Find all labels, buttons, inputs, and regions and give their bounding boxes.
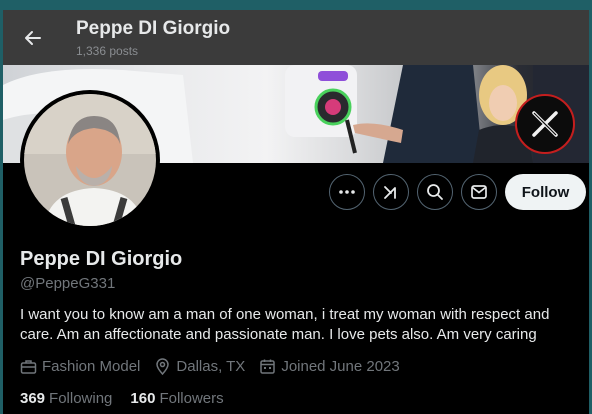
avatar[interactable] <box>20 90 160 230</box>
x-logo-icon <box>515 94 575 154</box>
profile-meta-row: Fashion Model Dallas, TX Joined June 202… <box>20 358 414 375</box>
header-post-count: 1,336 posts <box>76 44 139 58</box>
back-arrow-icon <box>25 31 41 45</box>
more-icon <box>339 190 355 194</box>
follow-stats-row: 369 Following 160 Followers <box>20 390 242 407</box>
location-pin-icon <box>156 358 170 375</box>
back-button[interactable] <box>17 22 49 54</box>
following-count: 369 <box>20 390 46 407</box>
followers-link[interactable]: 160 Followers <box>130 390 223 407</box>
joined-text: Joined June 2023 <box>281 358 400 375</box>
profile-bio: I want you to know am a man of one woman… <box>20 306 550 343</box>
message-button[interactable] <box>461 174 497 210</box>
joined-item: Joined June 2023 <box>259 358 400 375</box>
calendar-icon <box>260 359 276 374</box>
location-item: Dallas, TX <box>154 358 245 375</box>
message-icon <box>471 185 487 199</box>
following-link[interactable]: 369 Following <box>20 390 112 407</box>
profile-header-bar: Peppe DI Giorgio 1,336 posts <box>3 10 589 65</box>
search-icon <box>427 184 443 200</box>
profession-text: Fashion Model <box>42 358 141 375</box>
location-text: Dallas, TX <box>176 358 246 375</box>
header-profile-name: Peppe DI Giorgio <box>76 18 231 39</box>
profession-item: Fashion Model <box>20 358 140 375</box>
grok-icon <box>384 186 396 199</box>
search-profile-button[interactable] <box>417 174 453 210</box>
more-options-button[interactable] <box>329 174 365 210</box>
window-frame-top <box>0 0 592 10</box>
grok-button[interactable] <box>373 174 409 210</box>
avatar-photo <box>24 94 156 226</box>
followers-label: Followers <box>159 390 224 407</box>
briefcase-icon <box>20 360 37 374</box>
profile-display-name: Peppe DI Giorgio <box>20 248 183 270</box>
following-label: Following <box>49 390 113 407</box>
follow-button[interactable]: Follow <box>505 174 586 210</box>
profile-handle: @PeppeG331 <box>20 275 116 292</box>
followers-count: 160 <box>130 390 156 407</box>
